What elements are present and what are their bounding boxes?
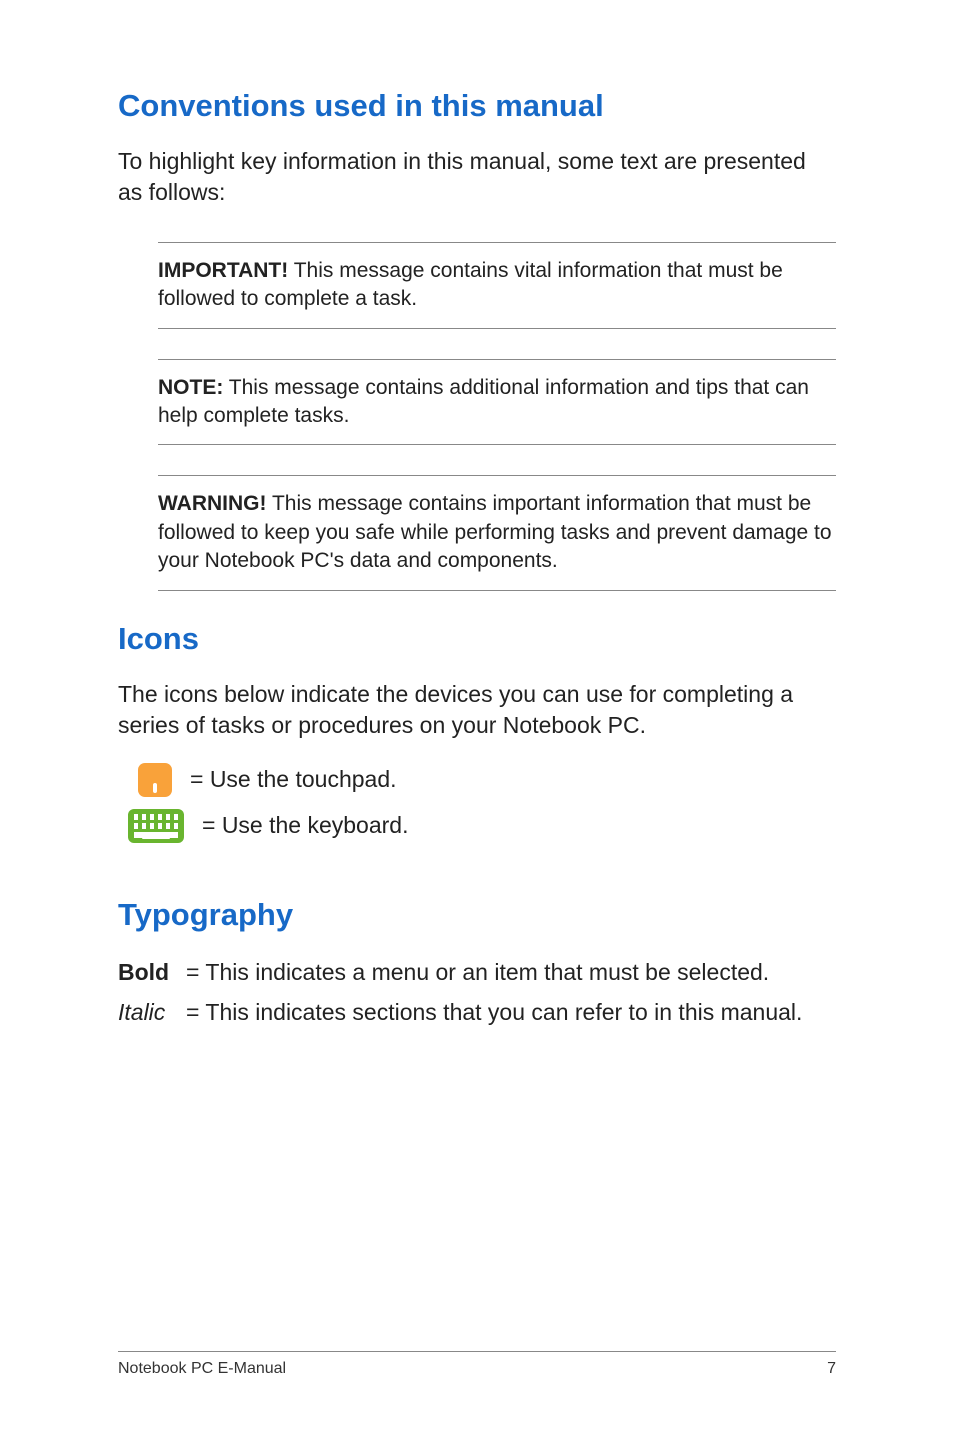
typography-italic-label: Italic bbox=[118, 995, 186, 1030]
typography-italic-row: Italic = This indicates sections that yo… bbox=[118, 995, 836, 1030]
icons-description: The icons below indicate the devices you… bbox=[118, 679, 836, 741]
touchpad-icon bbox=[118, 763, 172, 797]
typography-bold-label: Bold bbox=[118, 955, 186, 990]
page-footer: Notebook PC E-Manual 7 bbox=[118, 1351, 836, 1378]
heading-icons: Icons bbox=[118, 621, 836, 657]
callout-note-label: NOTE: bbox=[158, 376, 223, 399]
callout-note-text: This message contains additional informa… bbox=[158, 376, 809, 427]
touchpad-text: = Use the touchpad. bbox=[190, 766, 397, 793]
callout-warning: WARNING! This message contains important… bbox=[158, 475, 836, 590]
heading-conventions: Conventions used in this manual bbox=[118, 88, 836, 124]
intro-text: To highlight key information in this man… bbox=[118, 146, 836, 208]
icon-row-keyboard: = Use the keyboard. bbox=[118, 809, 836, 843]
callout-warning-label: WARNING! bbox=[158, 492, 267, 515]
keyboard-icon bbox=[118, 809, 184, 843]
callout-important-label: IMPORTANT! bbox=[158, 259, 288, 282]
manual-page: Conventions used in this manual To highl… bbox=[0, 0, 954, 1438]
typography-italic-text: = This indicates sections that you can r… bbox=[186, 995, 802, 1030]
footer-title: Notebook PC E-Manual bbox=[118, 1360, 286, 1378]
callout-important: IMPORTANT! This message contains vital i… bbox=[158, 242, 836, 329]
typography-bold-text: = This indicates a menu or an item that … bbox=[186, 955, 769, 990]
footer-page-number: 7 bbox=[827, 1360, 836, 1378]
icon-row-touchpad: = Use the touchpad. bbox=[118, 763, 836, 797]
typography-bold-row: Bold = This indicates a menu or an item … bbox=[118, 955, 836, 990]
heading-typography: Typography bbox=[118, 897, 836, 933]
keyboard-text: = Use the keyboard. bbox=[202, 812, 408, 839]
callout-note: NOTE: This message contains additional i… bbox=[158, 359, 836, 446]
